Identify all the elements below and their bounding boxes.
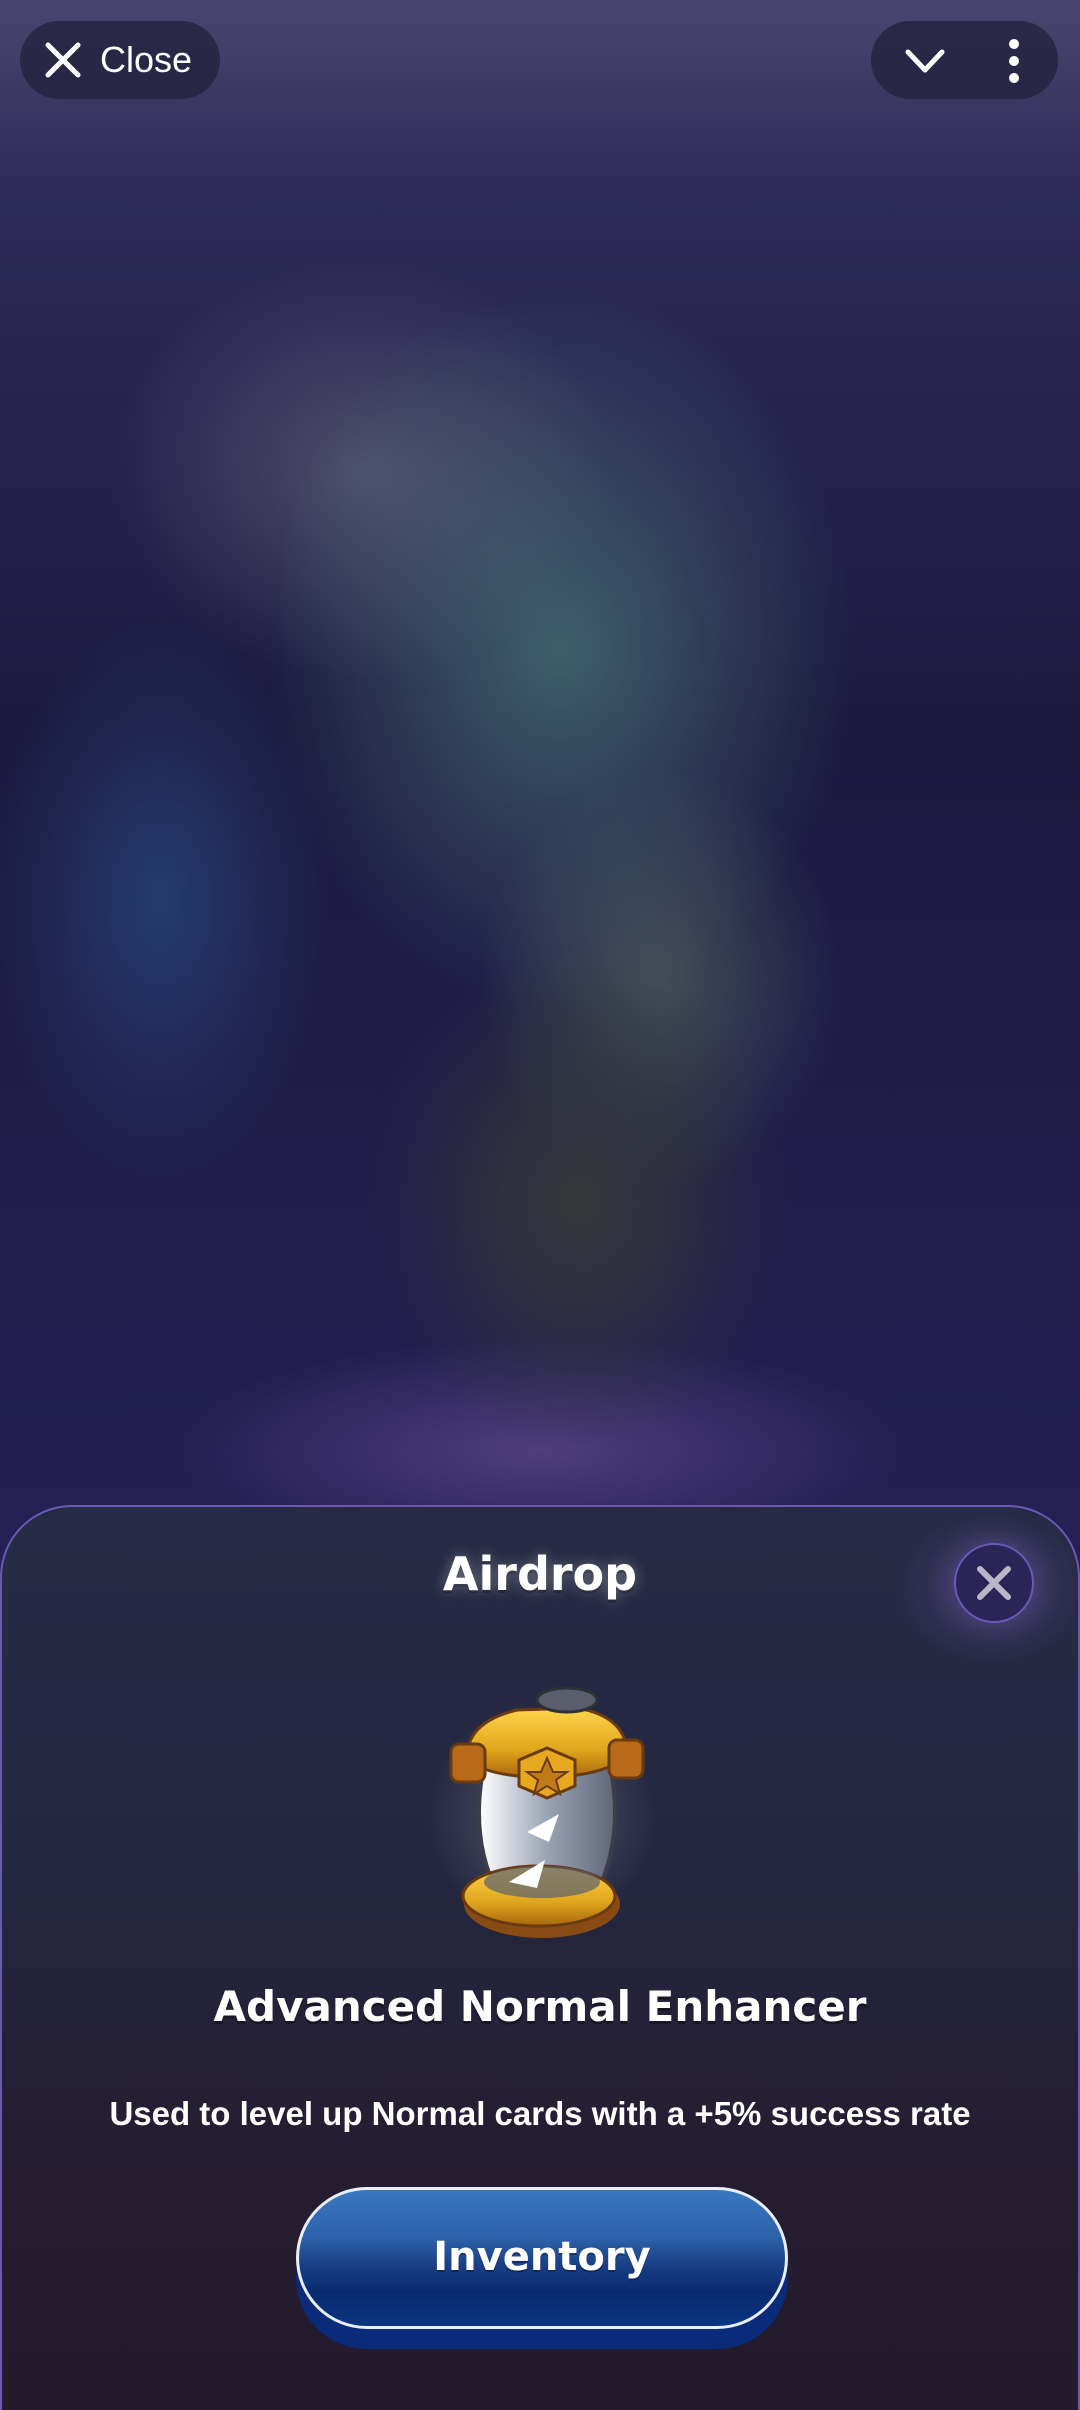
close-button[interactable]: Close bbox=[20, 21, 220, 99]
top-actions bbox=[871, 21, 1058, 99]
close-icon bbox=[45, 42, 81, 78]
inventory-button[interactable]: Inventory bbox=[296, 2187, 788, 2329]
chevron-down-icon[interactable] bbox=[903, 43, 947, 79]
close-icon bbox=[977, 1566, 1011, 1600]
more-vertical-icon[interactable] bbox=[999, 39, 1029, 83]
enhancer-potion-icon bbox=[449, 1686, 645, 1938]
item-name: Advanced Normal Enhancer bbox=[213, 1982, 867, 2031]
item-description: Used to level up Normal cards with a +5%… bbox=[109, 2095, 971, 2132]
sheet-title: Airdrop bbox=[442, 1547, 638, 1601]
close-label: Close bbox=[100, 39, 193, 80]
airdrop-sheet: Airdrop Advanced Normal Enhancer Used to… bbox=[0, 1505, 1080, 2410]
dismiss-button[interactable] bbox=[954, 1543, 1034, 1623]
